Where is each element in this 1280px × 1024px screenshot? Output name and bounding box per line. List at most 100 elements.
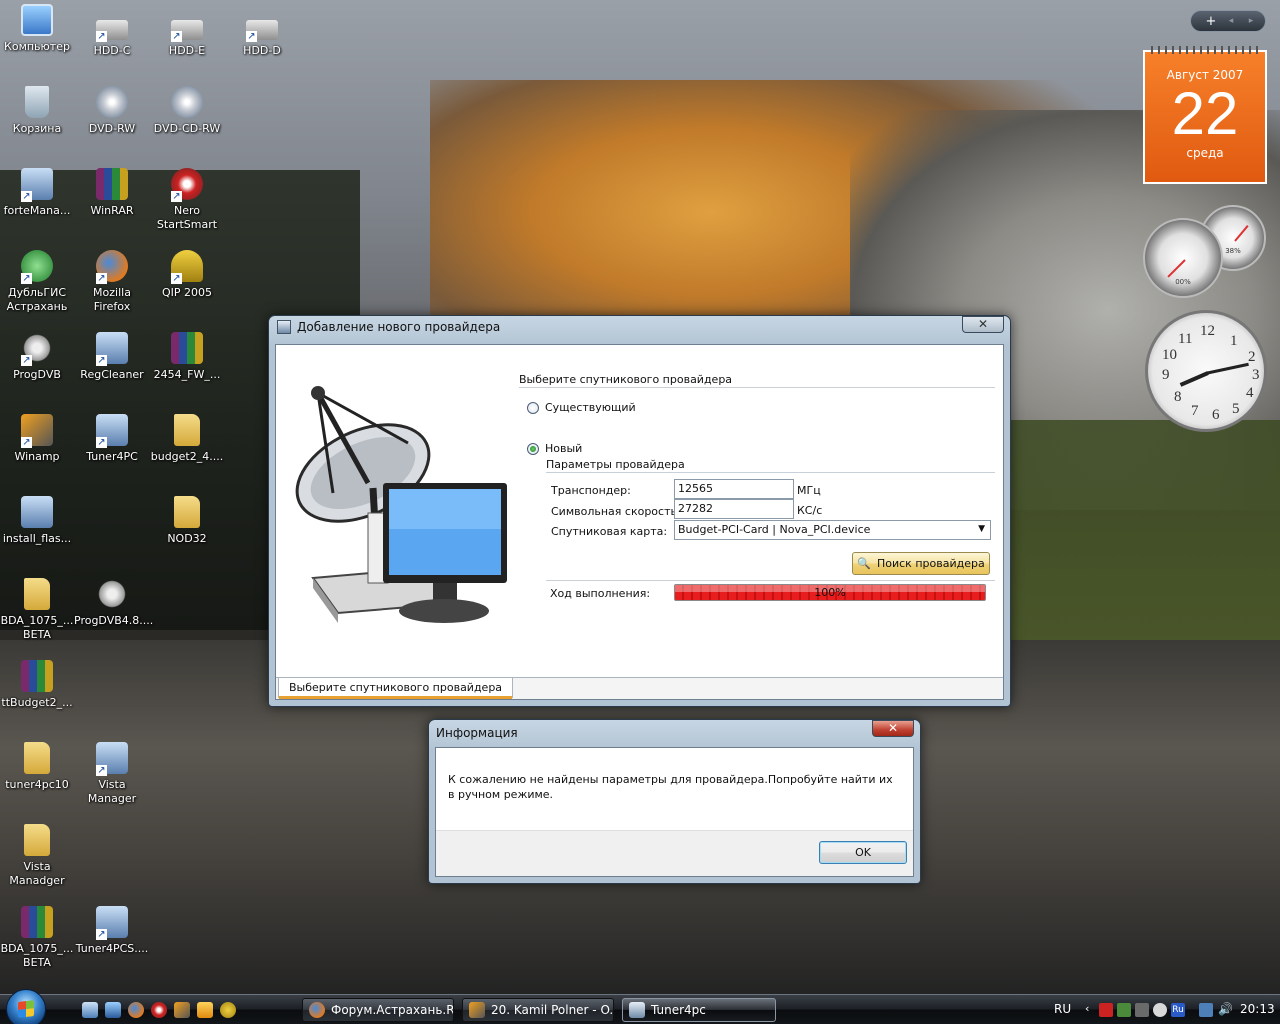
desktop-icon[interactable]: HDD-E xyxy=(149,12,225,58)
desktop-icon-label: HDD-C xyxy=(93,44,131,57)
desktop-icon[interactable]: ProgDVB4.8.... xyxy=(74,578,153,628)
desktop-icon[interactable]: Vista Manager xyxy=(74,742,150,806)
clock-tray-icon[interactable] xyxy=(1153,1003,1167,1017)
radio-existing[interactable]: Существующий xyxy=(527,401,636,414)
desktop-icon[interactable]: DVD-RW xyxy=(74,86,150,136)
folder-icon xyxy=(174,496,200,528)
cpu-meter-value: 00% xyxy=(1175,278,1191,286)
chevron-down-icon[interactable]: ▼ xyxy=(978,524,985,534)
sidebar-next-button[interactable]: ▸ xyxy=(1241,16,1261,26)
taskbar-clock[interactable]: 20:13 xyxy=(1240,1002,1275,1016)
calendar-gadget[interactable]: Август 2007 22 среда xyxy=(1143,46,1267,184)
desktop-icon[interactable]: QIP 2005 xyxy=(149,250,225,300)
desktop-icon-label: QIP 2005 xyxy=(161,286,213,299)
drive-shortcut-icon xyxy=(171,20,203,42)
desktop-icon[interactable]: DVD-CD-RW xyxy=(149,86,225,136)
desktop-icon[interactable]: tuner4pc10 xyxy=(0,742,75,792)
tray-app-icon[interactable] xyxy=(1135,1003,1149,1017)
desktop-icon[interactable]: WinRAR xyxy=(74,168,150,218)
calendar-day: 22 xyxy=(1171,80,1239,147)
desktop-icon[interactable]: RegCleaner xyxy=(74,332,150,382)
desktop-icon[interactable]: Nero StartSmart xyxy=(149,168,225,232)
tab-select-provider[interactable]: Выберите спутникового провайдера xyxy=(278,678,514,699)
clock-numeral: 6 xyxy=(1212,407,1220,423)
desktop-icon[interactable]: Tuner4PC xyxy=(74,414,150,464)
clock-gadget[interactable]: 12 1 2 3 4 5 6 7 8 9 10 11 xyxy=(1145,310,1267,432)
start-button[interactable] xyxy=(6,989,46,1024)
radio-new[interactable]: Новый xyxy=(527,442,582,455)
dialog-footer: OK xyxy=(436,830,913,876)
winrar-icon xyxy=(96,168,128,200)
desktop-icon[interactable]: ДубльГИС Астрахань xyxy=(0,250,75,314)
qip-icon[interactable] xyxy=(220,1002,236,1018)
taskbar-item-forum[interactable]: Форум.Астрахань.R... xyxy=(302,998,454,1022)
clock-numeral: 11 xyxy=(1178,331,1193,347)
desktop-icon[interactable]: Winamp xyxy=(0,414,75,464)
firefox-icon[interactable] xyxy=(128,1002,144,1018)
desktop-icon[interactable]: BDA_1075_... BETA xyxy=(0,578,75,642)
desktop-icon[interactable]: Компьютер xyxy=(0,4,75,54)
desktop-icon[interactable]: budget2_4.... xyxy=(149,414,225,464)
app-shortcut-icon xyxy=(96,414,128,448)
desktop-icon-label: DVD-CD-RW xyxy=(153,122,221,135)
cpu-meter-gadget[interactable]: 00% xyxy=(1143,218,1223,298)
desktop-icon[interactable]: NOD32 xyxy=(149,496,225,546)
sidebar-add-button[interactable]: + xyxy=(1201,14,1221,29)
desktop-icon[interactable]: HDD-C xyxy=(74,12,150,58)
switch-windows-icon[interactable] xyxy=(105,1002,121,1018)
close-button[interactable]: ✕ xyxy=(962,316,1004,333)
satellite-card-select[interactable]: Budget-PCI-Card | Nova_PCI.device ▼ xyxy=(674,520,991,540)
nero-icon xyxy=(171,168,203,202)
window-title-bar[interactable]: Добавление нового провайдера xyxy=(277,320,500,334)
taskbar-item-winamp[interactable]: 20. Kamil Polner - O... xyxy=(462,998,614,1022)
info-dialog: Информация ✕ К сожалению не найдены пара… xyxy=(428,719,921,884)
desktop-icon[interactable]: Корзина xyxy=(0,86,75,136)
ok-button[interactable]: OK xyxy=(819,841,907,864)
antivirus-icon[interactable] xyxy=(1099,1003,1113,1017)
section-title: Выберите спутникового провайдера xyxy=(519,373,733,386)
sidebar-prev-button[interactable]: ◂ xyxy=(1221,16,1241,26)
dialog-title-bar[interactable]: Информация xyxy=(436,726,518,740)
memory-meter-needle xyxy=(1234,225,1249,242)
calendar-rings xyxy=(1151,46,1259,54)
desktop-icon[interactable]: BDA_1075_... BETA xyxy=(0,906,75,970)
desktop-icon-label: ProgDVB xyxy=(13,368,61,381)
network-status-icon[interactable] xyxy=(1199,1003,1213,1017)
desktop-icon[interactable]: Vista Manadger xyxy=(0,824,75,888)
desktop-icon-label: Nero StartSmart xyxy=(156,204,218,231)
desktop-icon-label: forteMana... xyxy=(3,204,71,217)
drive-shortcut-icon xyxy=(246,20,278,42)
taskbar-item-tuner4pc[interactable]: Tuner4pc xyxy=(622,998,776,1022)
desktop-icon-label: 2454_FW_... xyxy=(153,368,221,381)
network-tray-icon[interactable] xyxy=(1117,1003,1131,1017)
symbol-rate-label: Символьная скорость: xyxy=(551,505,681,518)
language-indicator[interactable]: RU xyxy=(1054,1002,1071,1016)
taskbar-item-label: Форум.Астрахань.R... xyxy=(331,1003,454,1017)
desktop-icon[interactable]: ttBudget2_... xyxy=(0,660,75,710)
symbol-rate-field[interactable]: 27282 xyxy=(674,499,794,519)
winamp-icon[interactable] xyxy=(174,1002,190,1018)
desktop-icon-label: Vista Manager xyxy=(87,778,137,805)
desktop-icon[interactable]: forteMana... xyxy=(0,168,75,218)
desktop-icon[interactable]: Mozilla Firefox xyxy=(74,250,150,314)
radio-button-selected[interactable] xyxy=(527,442,539,455)
desktop-icon[interactable]: ProgDVB xyxy=(0,332,75,382)
media-player-icon[interactable] xyxy=(197,1002,213,1018)
desktop-icon[interactable]: HDD-D xyxy=(224,12,300,58)
opera-icon[interactable] xyxy=(151,1002,167,1018)
search-provider-button[interactable]: 🔍 Поиск провайдера xyxy=(852,552,990,575)
desktop-icon[interactable]: 2454_FW_... xyxy=(149,332,225,382)
tray-expand-icon[interactable]: ‹ xyxy=(1085,1002,1089,1015)
desktop-icon[interactable]: Tuner4PCS.... xyxy=(74,906,150,956)
desktop-icon[interactable]: install_flas... xyxy=(0,496,75,546)
transponder-field[interactable]: 12565 xyxy=(674,479,794,499)
desktop-icon-label: Компьютер xyxy=(4,40,70,53)
language-tray-icon[interactable]: Ru xyxy=(1171,1003,1185,1017)
app-icon xyxy=(277,320,291,334)
dialog-close-button[interactable]: ✕ xyxy=(872,720,914,737)
taskbar-item-label: 20. Kamil Polner - O... xyxy=(491,1003,614,1017)
show-desktop-icon[interactable] xyxy=(82,1002,98,1018)
radio-button[interactable] xyxy=(527,401,539,414)
desktop-icon-label: NOD32 xyxy=(167,532,207,545)
volume-icon[interactable]: 🔊 xyxy=(1218,1002,1233,1016)
